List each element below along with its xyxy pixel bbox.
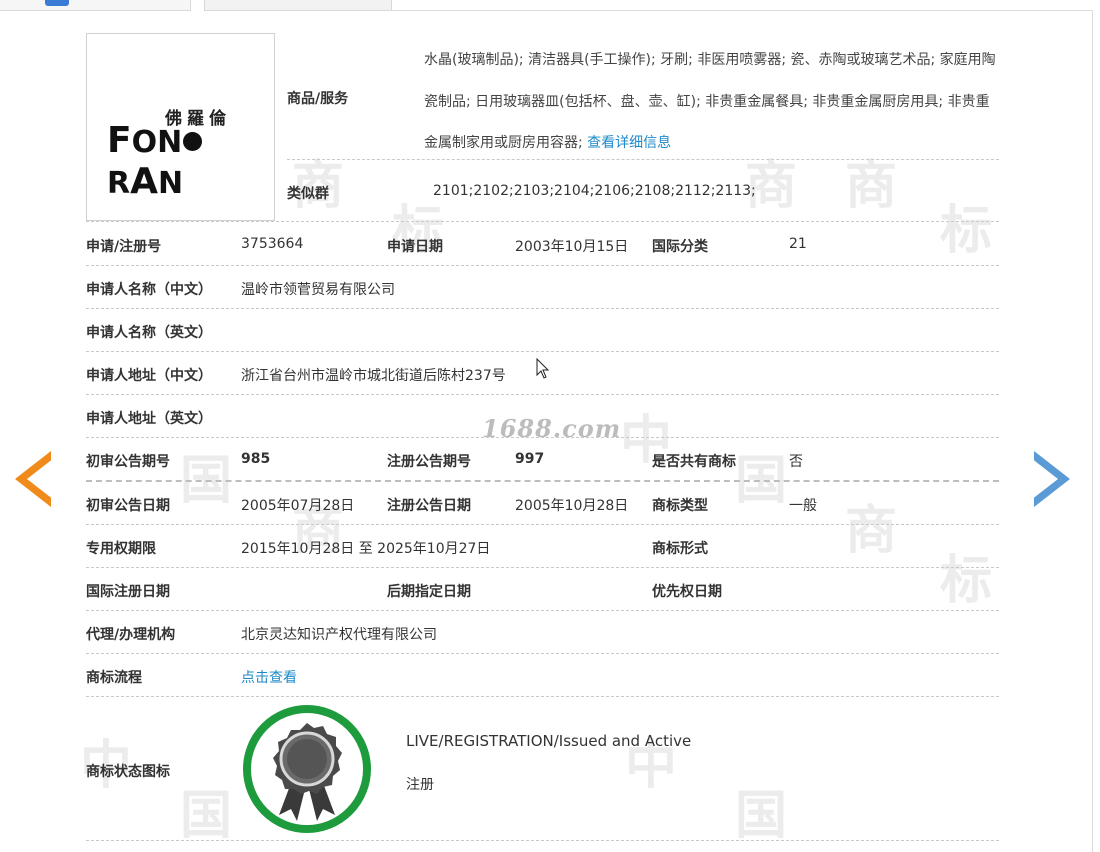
apply-date-label: 申请日期 bbox=[387, 239, 443, 255]
divider bbox=[86, 610, 999, 611]
logo-dot bbox=[183, 132, 203, 151]
intl-class-value: 21 bbox=[789, 236, 807, 252]
address-cn-value: 浙江省台州市温岭市城北街道后陈村237号 bbox=[241, 368, 506, 384]
divider bbox=[86, 696, 999, 697]
divider bbox=[86, 840, 999, 841]
applicant-cn-label: 申请人名称（中文） bbox=[86, 282, 212, 298]
next-arrow-icon[interactable] bbox=[1022, 451, 1070, 507]
view-details-link[interactable]: 查看详细信息 bbox=[587, 135, 671, 151]
divider bbox=[86, 437, 999, 438]
tm-form-label: 商标形式 bbox=[652, 541, 708, 557]
applicant-cn-value: 温岭市领菅贸易有限公司 bbox=[241, 282, 395, 298]
similar-group-label: 类似群 bbox=[287, 186, 329, 202]
logo-english-text: FONRAN bbox=[107, 120, 274, 202]
watermark-char: 标 bbox=[940, 551, 993, 611]
process-label: 商标流程 bbox=[86, 670, 142, 686]
address-cn-label: 申请人地址（中文） bbox=[86, 368, 212, 384]
divider bbox=[86, 308, 999, 309]
watermark-char: 商 bbox=[845, 156, 898, 216]
divider bbox=[86, 524, 999, 525]
tm-type-label: 商标类型 bbox=[652, 498, 708, 514]
exclusive-value: 2015年10月28日 至 2025年10月27日 bbox=[241, 541, 491, 557]
applicant-en-label: 申请人名称（英文） bbox=[86, 325, 212, 341]
status-english: LIVE/REGISTRATION/Issued and Active bbox=[406, 732, 692, 750]
intl-reg-date-label: 国际注册日期 bbox=[86, 584, 170, 600]
status-label: 商标状态图标 bbox=[86, 764, 170, 780]
apply-date-value: 2003年10月15日 bbox=[515, 239, 629, 255]
status-chinese: 注册 bbox=[406, 777, 434, 793]
reg-pub-date-value: 2005年10月28日 bbox=[515, 498, 629, 514]
divider bbox=[287, 159, 999, 160]
agent-label: 代理/办理机构 bbox=[86, 627, 176, 643]
watermark-char: 国 bbox=[180, 786, 233, 846]
intl-class-label: 国际分类 bbox=[652, 239, 708, 255]
shared-value: 否 bbox=[789, 454, 803, 470]
prelim-date-value: 2005年07月28日 bbox=[241, 498, 355, 514]
goods-text: 水晶(玻璃制品); 清洁器具(手工操作); 牙刷; 非医用喷雾器; 瓷、赤陶或玻… bbox=[424, 52, 996, 151]
divider bbox=[86, 394, 999, 395]
frame-border-top bbox=[390, 10, 1093, 11]
exclusive-label: 专用权期限 bbox=[86, 541, 156, 557]
prelim-no-label: 初审公告期号 bbox=[86, 454, 170, 470]
reg-no-value: 3753664 bbox=[241, 236, 304, 252]
divider bbox=[86, 265, 999, 266]
tab-icon bbox=[45, 0, 69, 6]
watermark-char: 国 bbox=[735, 786, 788, 846]
tab-inactive[interactable] bbox=[204, 0, 392, 11]
watermark-char: 标 bbox=[940, 201, 993, 261]
divider bbox=[86, 221, 999, 222]
process-link[interactable]: 点击查看 bbox=[241, 667, 297, 687]
frame-border-right bbox=[1092, 10, 1093, 852]
reg-no-label: 申请/注册号 bbox=[86, 239, 162, 255]
watermark-char: 商 bbox=[845, 501, 898, 561]
mouse-cursor-icon bbox=[536, 357, 550, 384]
divider bbox=[86, 351, 999, 352]
prelim-no-value: 985 bbox=[241, 451, 271, 467]
prelim-date-label: 初审公告日期 bbox=[86, 498, 170, 514]
shared-label: 是否共有商标 bbox=[652, 454, 736, 470]
trademark-image: 佛羅倫 FONRAN bbox=[86, 33, 275, 221]
divider bbox=[86, 567, 999, 568]
registration-badge-icon bbox=[241, 703, 373, 839]
reg-pub-no-label: 注册公告期号 bbox=[387, 454, 471, 470]
divider bbox=[86, 480, 999, 482]
later-date-label: 后期指定日期 bbox=[387, 584, 471, 600]
similar-group-value: 2101;2102;2103;2104;2106;2108;2112;2113; bbox=[433, 183, 756, 199]
divider bbox=[86, 653, 999, 654]
agent-value: 北京灵达知识产权代理有限公司 bbox=[241, 627, 437, 643]
reg-pub-no-value: 997 bbox=[515, 451, 545, 467]
address-en-label: 申请人地址（英文） bbox=[86, 411, 212, 427]
tm-type-value: 一般 bbox=[789, 498, 817, 514]
priority-label: 优先权日期 bbox=[652, 584, 722, 600]
site-watermark: 1688.com bbox=[482, 414, 622, 443]
goods-label: 商品/服务 bbox=[287, 91, 349, 107]
reg-pub-date-label: 注册公告日期 bbox=[387, 498, 471, 514]
tab-active[interactable] bbox=[0, 0, 191, 11]
previous-arrow-icon[interactable] bbox=[15, 451, 63, 507]
